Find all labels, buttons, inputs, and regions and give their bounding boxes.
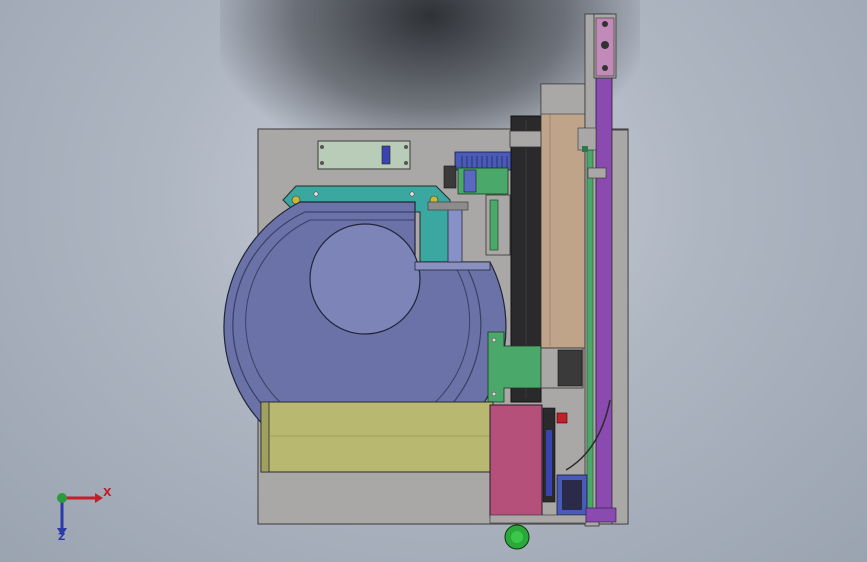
feeder-chute[interactable] [447,203,463,263]
vertical-rail-purple[interactable] [595,13,613,515]
motor-body [557,349,583,387]
bolt-icon [602,65,608,71]
triad-x-label: X [103,486,112,499]
green-knob-center [511,531,523,543]
bolt-icon [602,21,608,27]
screw [491,391,497,397]
triad-z-label: Z [58,532,66,543]
linear-track[interactable] [260,401,494,473]
cylinder-end [443,165,457,189]
bottom-plate [489,514,587,524]
feeder-chute-frame [427,201,469,211]
sensor-strip-blue [546,430,552,496]
gear-rack[interactable] [454,151,518,171]
bottom-motor-cap [562,480,582,510]
red-stop[interactable] [556,412,568,424]
lift-column[interactable] [540,83,586,349]
bolt-icon [601,41,609,49]
cylinder-mount-blue [463,169,477,193]
label-plate-tag [381,145,391,165]
bowl-center[interactable] [309,223,421,335]
screw [404,161,408,165]
clamp-green [582,146,588,152]
label-plate[interactable] [317,140,411,170]
assembly-model[interactable] [0,0,867,562]
screw [491,337,497,343]
screw [313,191,319,197]
transfer-block[interactable] [489,404,543,518]
screw [320,161,324,165]
side-tab [587,167,607,179]
column-top-cap [540,83,586,115]
cad-viewport[interactable]: X Z [0,0,867,562]
vertical-rail-green[interactable] [586,149,594,511]
screw [404,145,408,149]
screw [320,145,324,149]
rail-foot-purple [585,507,617,523]
linear-track-end [260,401,270,473]
bowl-outlet [414,261,491,271]
screw [409,191,415,197]
guide-bracket-green [489,199,499,251]
frame-edge-right [611,129,629,525]
view-triad [57,493,103,536]
